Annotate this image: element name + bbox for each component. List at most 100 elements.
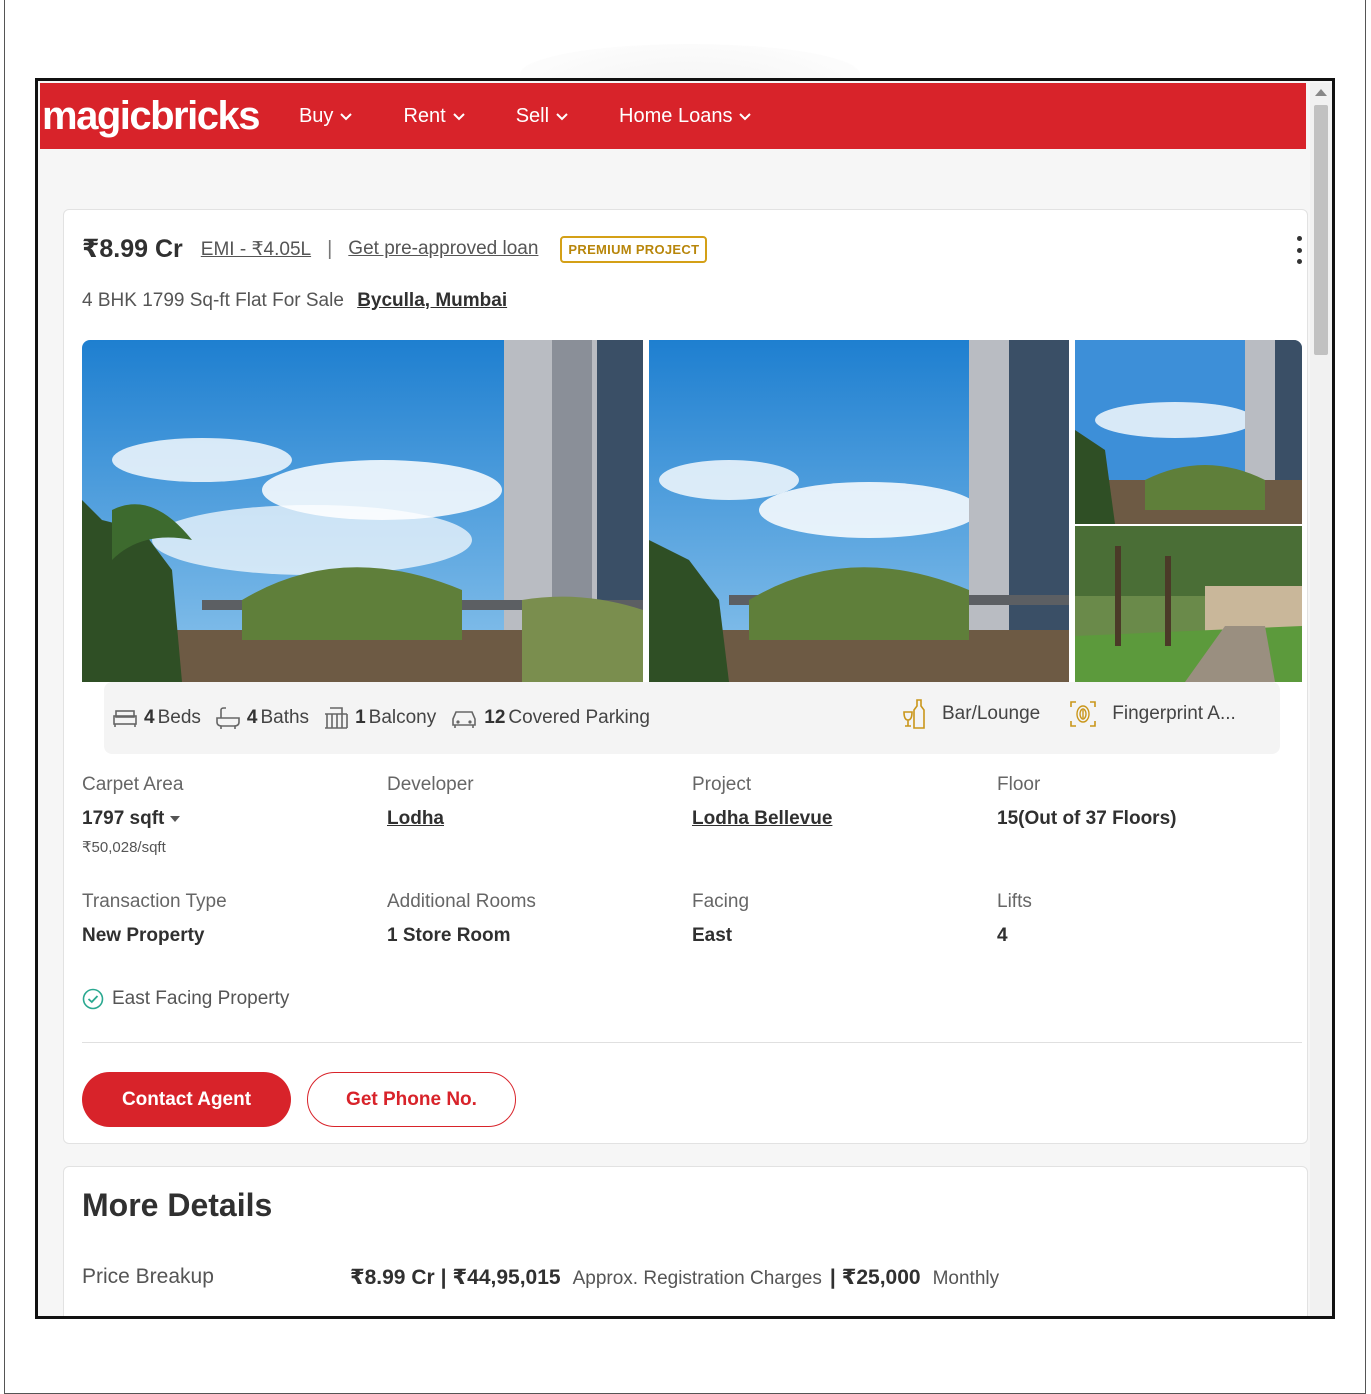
scroll-up-arrow-icon[interactable] xyxy=(1315,89,1327,96)
detail-lifts: Lifts 4 xyxy=(997,891,1297,947)
nav-sell[interactable]: Sell xyxy=(516,105,569,128)
facing-value: East xyxy=(692,925,733,946)
detail-project: Project Lodha Bellevue xyxy=(692,774,992,830)
nav-home-loans-label: Home Loans xyxy=(619,104,733,127)
project-label: Project xyxy=(692,774,752,795)
nav-buy-label: Buy xyxy=(298,104,334,127)
additional-rooms-label: Additional Rooms xyxy=(387,891,536,912)
balcony-count: 1 xyxy=(355,707,366,728)
more-options-icon[interactable] xyxy=(1295,236,1303,264)
property-card: ₹8.99 Cr EMI - ₹4.05L | Get pre-approved… xyxy=(63,209,1308,1144)
amenities-right: Bar/Lounge Fingerprint A... xyxy=(900,698,1264,730)
magicbricks-logo[interactable]: magicbricks xyxy=(42,96,260,136)
amenities-bar: 4 Beds 4 Baths 1 Balcony 12 Covered Park… xyxy=(104,682,1280,754)
nav-buy[interactable]: Buy xyxy=(299,105,353,128)
top-navbar: magicbricks Buy Rent Sell Home Loans xyxy=(40,83,1306,149)
amenity-parking: 12 Covered Parking xyxy=(450,707,650,729)
price-breakup-value: ₹8.99 Cr | ₹44,95,015 Approx. Registrati… xyxy=(350,1265,1007,1290)
nav-rent-label: Rent xyxy=(403,104,446,127)
detail-facing: Facing East xyxy=(692,891,992,947)
lifts-value: 4 xyxy=(997,925,1008,946)
breakup-pipe-1: | xyxy=(440,1266,447,1289)
price-row: ₹8.99 Cr EMI - ₹4.05L | Get pre-approved… xyxy=(82,234,708,264)
detail-carpet-area: Carpet Area 1797 sqft ₹50,028/sqft xyxy=(82,774,382,856)
more-details-title: More Details xyxy=(82,1187,273,1223)
detail-floor: Floor 15(Out of 37 Floors) xyxy=(997,774,1297,830)
property-price: ₹8.99 Cr xyxy=(82,235,183,263)
additional-rooms-value: 1 Store Room xyxy=(387,925,511,946)
amenity-balcony: 1 Balcony xyxy=(323,706,436,730)
car-icon xyxy=(452,711,477,728)
gallery-photo-main[interactable] xyxy=(82,340,643,682)
property-subtitle: 4 BHK 1799 Sq-ft Flat For Sale Byculla, … xyxy=(82,290,507,312)
amenity-beds: 4 Beds xyxy=(112,707,201,729)
chevron-down-icon xyxy=(556,113,568,121)
breakup-price: ₹8.99 Cr xyxy=(350,1266,435,1289)
gallery-photo-second[interactable] xyxy=(649,340,1069,682)
bathtub-icon xyxy=(216,707,240,729)
beds-label: Beds xyxy=(157,707,201,728)
premium-project-badge: PREMIUM PROJECT xyxy=(560,235,708,263)
nav-rent[interactable]: Rent xyxy=(403,105,465,128)
amenity-baths: 4 Baths xyxy=(215,706,309,730)
amenity-bar: Bar/Lounge xyxy=(900,698,1040,730)
baths-label: Baths xyxy=(260,707,310,728)
chevron-down-icon xyxy=(340,113,353,121)
transaction-type-value: New Property xyxy=(82,925,205,946)
fingerprint-icon xyxy=(1070,701,1097,727)
monthly-label: Monthly xyxy=(932,1268,1000,1289)
location-link[interactable]: Byculla, Mumbai xyxy=(357,290,507,311)
contact-agent-button[interactable]: Contact Agent xyxy=(82,1072,291,1127)
caret-down-icon[interactable] xyxy=(170,815,181,822)
transaction-type-label: Transaction Type xyxy=(82,891,227,912)
pre-approved-loan-link[interactable]: Get pre-approved loan xyxy=(348,238,538,260)
vertical-scrollbar[interactable] xyxy=(1310,83,1332,1316)
parking-label: Covered Parking xyxy=(508,707,650,728)
beds-count: 4 xyxy=(144,707,155,728)
detail-additional-rooms: Additional Rooms 1 Store Room xyxy=(387,891,687,947)
amenity-fingerprint: Fingerprint A... xyxy=(1068,699,1236,729)
separator: | xyxy=(327,237,333,260)
floor-value: 15(Out of 37 Floors) xyxy=(997,808,1177,829)
gallery-photo-third[interactable] xyxy=(1075,340,1302,524)
nav-sell-label: Sell xyxy=(515,104,550,127)
baths-count: 4 xyxy=(246,707,258,728)
feature-label: East Facing Property xyxy=(112,988,290,1009)
chevron-down-icon xyxy=(739,113,752,121)
developer-link[interactable]: Lodha xyxy=(387,808,687,830)
floor-label: Floor xyxy=(997,774,1041,795)
project-link[interactable]: Lodha Bellevue xyxy=(692,808,992,830)
carpet-area-value: 1797 sqft xyxy=(82,808,165,829)
chevron-down-icon xyxy=(452,113,465,121)
get-phone-button[interactable]: Get Phone No. xyxy=(307,1072,516,1127)
parking-count: 12 xyxy=(484,707,506,728)
lifts-label: Lifts xyxy=(997,891,1032,912)
breakup-pipe-2: | xyxy=(829,1266,836,1289)
monthly-amount: ₹25,000 xyxy=(841,1266,921,1289)
fingerprint-label: Fingerprint A... xyxy=(1112,703,1236,724)
gallery-photo-fourth[interactable] xyxy=(1075,526,1302,682)
facing-label: Facing xyxy=(692,891,750,912)
price-per-sqft: ₹50,028/sqft xyxy=(82,839,166,856)
check-circle-icon xyxy=(82,988,104,1010)
developer-label: Developer xyxy=(387,774,474,795)
scroll-thumb[interactable] xyxy=(1314,105,1328,355)
registration-amount: ₹44,95,015 xyxy=(452,1266,561,1289)
feature-east-facing: East Facing Property xyxy=(82,988,289,1010)
detail-developer: Developer Lodha xyxy=(387,774,687,830)
bar-label: Bar/Lounge xyxy=(942,703,1041,724)
balcony-icon xyxy=(325,707,348,729)
browser-window: magicbricks Buy Rent Sell Home Loans ₹8.… xyxy=(35,78,1335,1319)
nav-home-loans[interactable]: Home Loans xyxy=(619,105,752,128)
wine-bottle-icon xyxy=(903,699,925,729)
detail-transaction-type: Transaction Type New Property xyxy=(82,891,382,947)
divider xyxy=(82,1042,1302,1043)
photo-gallery[interactable] xyxy=(82,340,1302,718)
balcony-label: Balcony xyxy=(368,707,437,728)
bed-icon xyxy=(113,710,137,727)
more-details-card: More Details Price Breakup ₹8.99 Cr | ₹4… xyxy=(63,1166,1308,1316)
registration-label: Approx. Registration Charges xyxy=(572,1268,822,1289)
emi-link[interactable]: EMI - ₹4.05L xyxy=(201,238,311,261)
price-breakup-label: Price Breakup xyxy=(82,1265,214,1288)
carpet-area-value-row[interactable]: 1797 sqft xyxy=(82,808,382,830)
